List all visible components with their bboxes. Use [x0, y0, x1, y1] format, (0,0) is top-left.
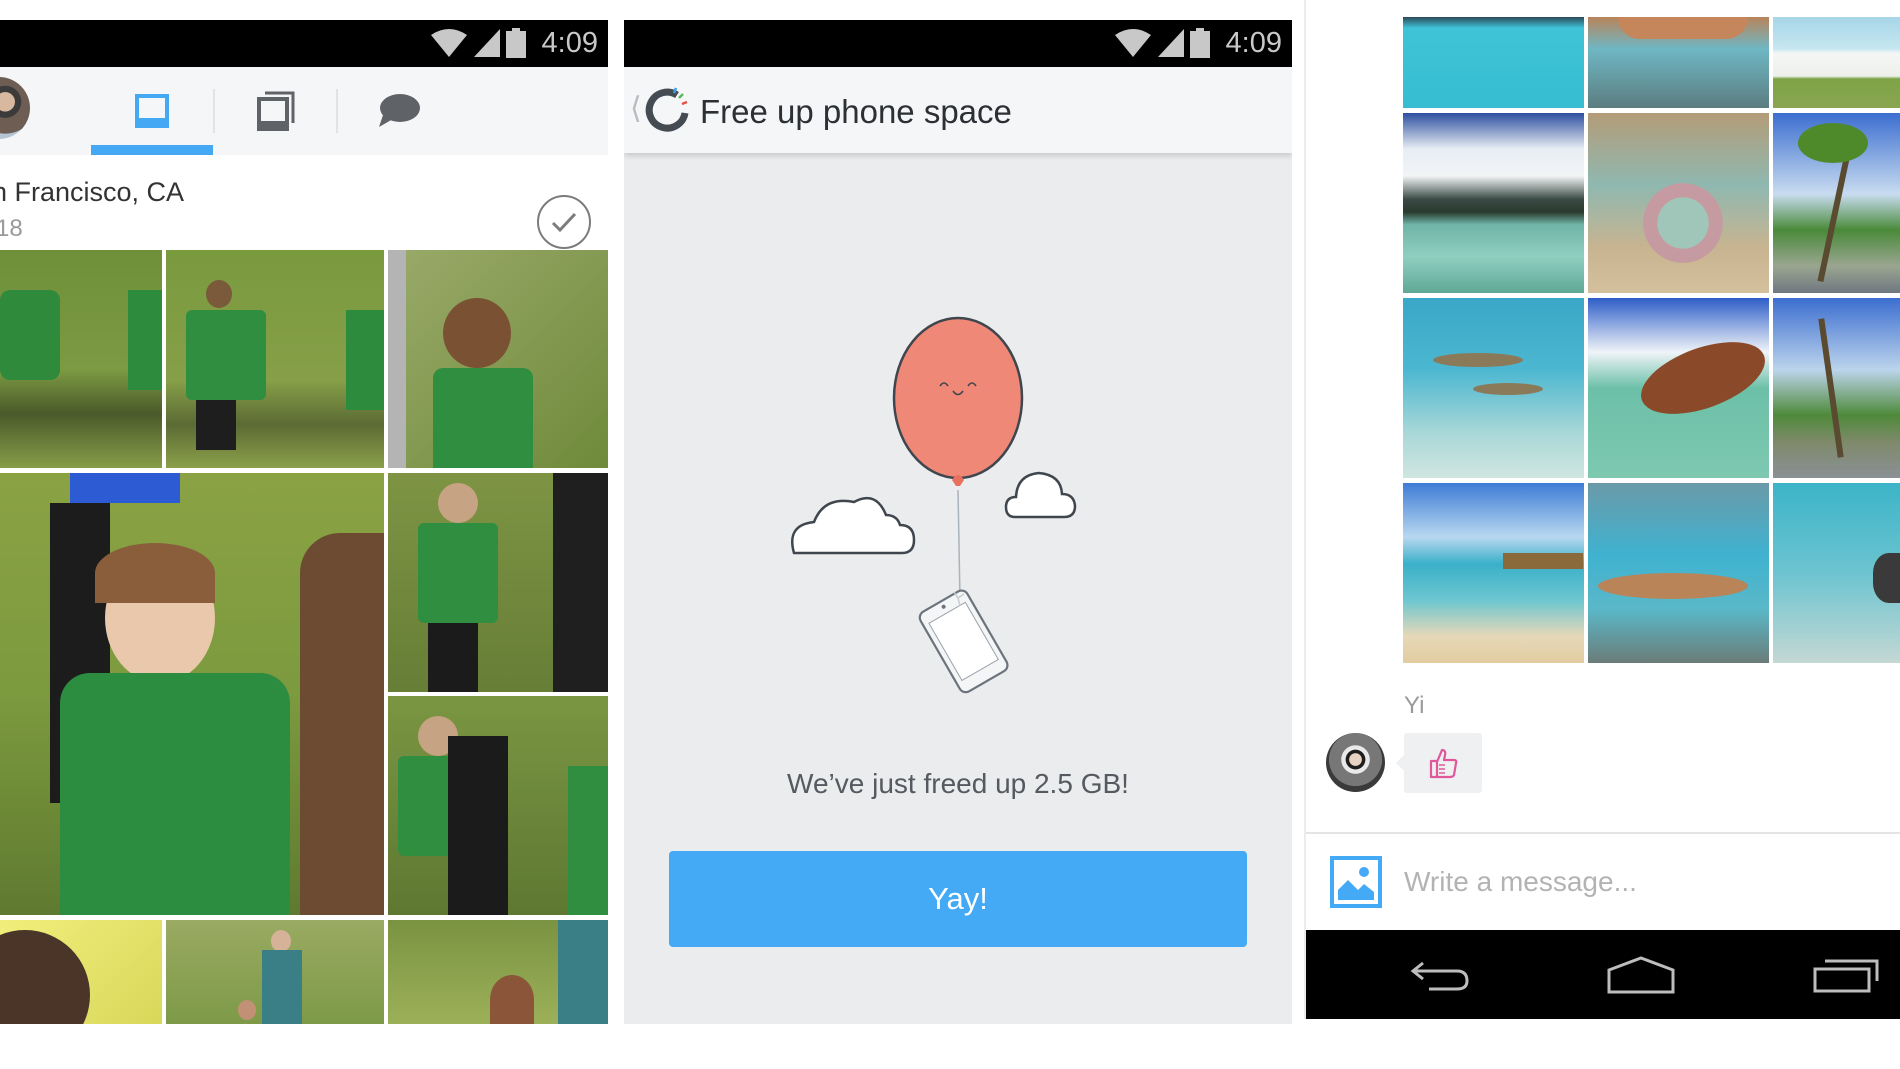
- app-bar: ⟨ Free up phone space: [624, 67, 1292, 153]
- image-attach-icon[interactable]: [1330, 856, 1382, 908]
- message-composer: [1306, 834, 1900, 930]
- wifi-icon: [1114, 29, 1151, 57]
- balloon: [892, 316, 1024, 480]
- tab-bar: [0, 67, 608, 155]
- photo-tile[interactable]: [0, 473, 384, 915]
- photo-tile[interactable]: [0, 920, 162, 1024]
- chat-bubble-icon: [379, 94, 420, 127]
- status-time: 4:09: [541, 26, 598, 59]
- tab-conversations[interactable]: [338, 67, 460, 155]
- select-group-button[interactable]: [537, 195, 591, 249]
- photo-tile[interactable]: [388, 250, 608, 468]
- back-chevron-icon[interactable]: ⟨: [630, 91, 642, 126]
- photo-icon: [135, 94, 169, 128]
- nav-back-button[interactable]: [1396, 950, 1486, 1000]
- check-circle-icon: [551, 212, 577, 233]
- photo-tile[interactable]: [166, 250, 384, 468]
- sender-name: Yi: [1404, 692, 1425, 719]
- photo-tile[interactable]: [1588, 113, 1769, 293]
- date-label: 18: [0, 215, 23, 242]
- wifi-icon: [430, 29, 467, 57]
- profile-avatar[interactable]: [0, 77, 30, 139]
- battery-icon: [1189, 28, 1210, 58]
- cloud-icon: [1004, 471, 1077, 519]
- photo-tile[interactable]: [1403, 113, 1584, 293]
- back-arrow-icon: [1410, 961, 1469, 991]
- message-bubble: [1396, 733, 1482, 793]
- message-input[interactable]: [1404, 860, 1884, 904]
- yay-button[interactable]: Yay!: [669, 851, 1247, 947]
- cell-signal-icon: [473, 29, 500, 57]
- tab-photos[interactable]: [91, 67, 213, 155]
- photo-tile[interactable]: [388, 920, 608, 1024]
- screen-title: Free up phone space: [700, 93, 1012, 130]
- freed-space-message: We’ve just freed up 2.5 GB!: [787, 768, 1129, 799]
- cell-signal-icon: [1157, 29, 1184, 57]
- battery-icon: [505, 28, 526, 58]
- photo-tile[interactable]: [1588, 298, 1769, 478]
- photo-tile[interactable]: [1588, 483, 1769, 663]
- photo-tile[interactable]: [1403, 298, 1584, 478]
- photo-group-header: n Francisco, CA 18: [0, 155, 608, 250]
- balloon-string: [957, 489, 961, 601]
- photo-tile[interactable]: [1773, 113, 1900, 293]
- free-space-screen: 4:09 ⟨ Free up phone space We’ve just fr…: [624, 20, 1292, 1024]
- tab-albums[interactable]: [215, 67, 337, 155]
- photo-tile[interactable]: [1773, 298, 1900, 478]
- photo-tile[interactable]: [1773, 483, 1900, 663]
- chat-screen: Yi: [1304, 0, 1900, 1019]
- gallery-screen: 4:09 n Francisco, CA 18: [0, 20, 608, 1024]
- status-time: 4:09: [1225, 26, 1282, 59]
- photo-tile[interactable]: [388, 696, 608, 915]
- system-nav-bar: [1306, 930, 1900, 1019]
- albums-icon: [257, 91, 295, 131]
- photo-tile[interactable]: [1403, 483, 1584, 663]
- location-title: n Francisco, CA: [0, 177, 185, 207]
- photo-tile[interactable]: [0, 250, 162, 468]
- status-bar: 4:09: [0, 20, 608, 67]
- photo-tile[interactable]: [1773, 17, 1900, 108]
- photo-tile[interactable]: [166, 920, 384, 1024]
- home-icon: [1607, 956, 1675, 994]
- photo-tile[interactable]: [1588, 17, 1769, 108]
- photo-tile[interactable]: [1403, 17, 1584, 108]
- nav-recents-button[interactable]: [1801, 950, 1891, 1000]
- photo-tile[interactable]: [388, 473, 608, 692]
- nav-home-button[interactable]: [1596, 950, 1686, 1000]
- app-logo-icon[interactable]: [644, 87, 690, 133]
- cloud-icon: [791, 496, 916, 555]
- thumbs-up-icon: [1429, 748, 1458, 779]
- recents-icon: [1813, 959, 1879, 993]
- sender-avatar[interactable]: [1326, 733, 1385, 792]
- status-bar: 4:09: [624, 20, 1292, 67]
- phone-illustration: [918, 589, 1009, 694]
